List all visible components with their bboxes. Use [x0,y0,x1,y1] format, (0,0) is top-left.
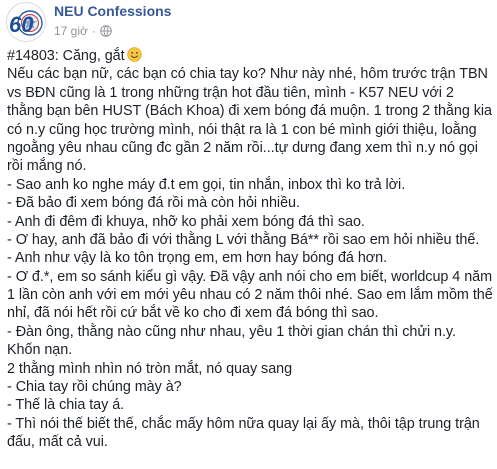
post-line: - Chia tay rồi chúng mày à? [7,379,182,396]
post-line: - Anh đi đêm đi khuya, nhỡ ko phải xem b… [7,213,365,230]
post-header: 60 NEU Confessions 17 giờ · [6,2,171,42]
post-line: rồi mắng nó. [7,158,87,175]
post-line: nhỉ, đã nói hết rồi cứ bắt về ko cho đi … [7,305,379,322]
post-line: - Ơ hay, anh đã bảo đi với thằng L với t… [7,231,480,248]
neu-logo-icon: 60 [8,4,45,41]
post-text: #14803: Căng, gắt Nếu các bạn nữ, các bạ… [7,47,493,452]
post-meta: NEU Confessions 17 giờ · [54,2,171,39]
post-line: vs BĐN cũng là 1 trong những trận hot đầ… [7,84,454,101]
post-line: đấu, mất cả vui. [7,434,108,451]
globe-icon[interactable] [100,25,112,37]
post-line: - Anh như vậy là ko tôn trọng em, em hơn… [7,250,388,267]
post-line: 2 thằng mình nhìn nó tròn mắt, nó quay s… [7,360,293,377]
post-line: ngoằng yêu nhau cũng đc gần 2 năm rồi...… [7,139,478,156]
post-line: - Đàn ông, thằng nào cũng như nhau, yêu … [7,323,456,340]
post-line: - Thì nói thế biết thế, chắc mấy hôm nữa… [7,415,480,432]
avatar-number: 60 [9,12,34,37]
post-line: Khốn nạn. [7,342,73,359]
page-avatar[interactable]: 60 [6,2,46,42]
smile-emoji-icon [126,47,142,62]
post-line: - Sao anh ko nghe máy đ.t em gọi, tin nh… [7,176,406,193]
post-line: có n.y cũng học trường mình, nói thật ra… [7,121,477,138]
post-line: thằng bạn bên HUST (Bách Khoa) đi xem bó… [7,103,492,120]
page-name-link[interactable]: NEU Confessions [54,2,171,20]
post-timestamp[interactable]: 17 giờ [54,23,88,39]
post-line: 1 lần còn anh với em mới yêu nhau có 2 n… [7,287,493,304]
post-line: - Ơ đ.*, em so sánh kiểu gì vậy. Đã vậy … [7,268,493,285]
post-subline: 17 giờ · [54,23,171,39]
meta-separator: · [91,24,96,38]
post-line: - Thế là chia tay á. [7,397,125,414]
post-line: - Đã bảo đi xem bóng đá rồi mà còn hỏi n… [7,195,300,212]
post-title: #14803: Căng, gắt [7,48,125,64]
post-title-line: #14803: Căng, gắt [7,47,493,65]
post-card: 60 NEU Confessions 17 giờ · #14803: Căng… [0,0,497,469]
post-line: Nếu các bạn nữ, các bạn có chia tay ko? … [7,66,488,83]
